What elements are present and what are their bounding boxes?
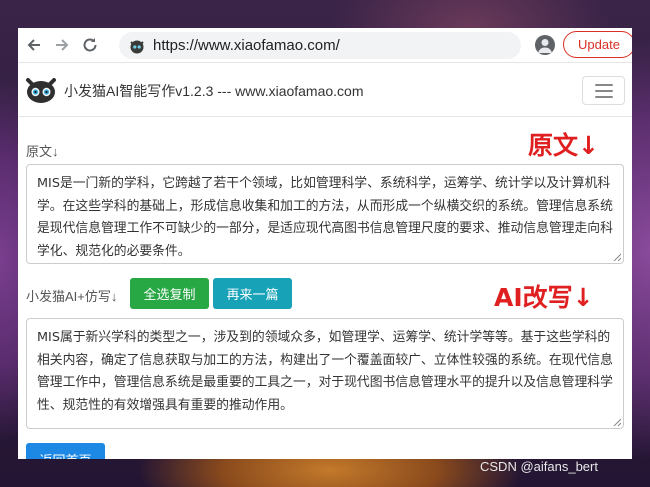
url-text: https://www.xiaofamao.com/ — [153, 37, 340, 54]
original-textarea[interactable]: MIS是一门新的学科，它跨越了若干个领域，比如管理科学、系统科学，运筹学、统计学… — [26, 164, 624, 264]
hamburger-line-icon — [594, 83, 613, 86]
hamburger-line-icon — [594, 95, 613, 98]
generate-again-button[interactable]: 再来一篇 — [213, 278, 292, 309]
hamburger-line-icon — [594, 89, 613, 92]
original-heading: 原文↓ — [528, 131, 599, 160]
update-button[interactable]: Update — [563, 31, 632, 58]
forward-button[interactable] — [48, 31, 76, 59]
resize-handle-icon[interactable] — [613, 253, 621, 261]
back-button[interactable] — [20, 31, 48, 59]
profile-avatar-icon[interactable] — [535, 35, 555, 55]
cat-logo-icon[interactable] — [25, 74, 57, 106]
resize-handle-icon[interactable] — [613, 418, 621, 426]
address-bar[interactable]: https://www.xiaofamao.com/ — [119, 32, 521, 59]
reload-icon — [83, 38, 97, 52]
back-home-button[interactable]: 返回首页 — [26, 443, 105, 459]
original-text: MIS是一门新的学科，它跨越了若干个领域，比如管理科学、系统科学，运筹学、统计学… — [37, 176, 613, 259]
reload-button[interactable] — [76, 31, 104, 59]
rewrite-textarea[interactable]: MIS属于新兴学科的类型之一，涉及到的领域众多，如管理学、运筹学、统计学等等。基… — [26, 318, 624, 429]
watermark-text: CSDN @aifans_bert — [480, 459, 598, 474]
brand-title[interactable]: 小发猫AI智能写作v1.2.3 --- www.xiaofamao.com — [64, 81, 364, 101]
browser-toolbar: https://www.xiaofamao.com/ Update — [18, 28, 632, 63]
rewrite-text: MIS属于新兴学科的类型之一，涉及到的领域众多，如管理学、运筹学、统计学等等。基… — [37, 330, 613, 413]
browser-window: https://www.xiaofamao.com/ Update 小发猫AI智… — [18, 28, 632, 459]
menu-toggle-button[interactable] — [582, 76, 625, 105]
rewrite-heading: AI改写↓ — [494, 283, 594, 312]
original-label: 原文↓ — [26, 144, 59, 159]
arrow-left-icon — [27, 39, 40, 51]
rewrite-label: 小发猫AI+仿写↓ — [26, 289, 118, 304]
site-favicon-icon — [130, 40, 144, 53]
site-navbar: 小发猫AI智能写作v1.2.3 --- www.xiaofamao.com — [18, 63, 632, 117]
arrow-right-icon — [56, 39, 69, 51]
select-all-copy-button[interactable]: 全选复制 — [130, 278, 209, 309]
